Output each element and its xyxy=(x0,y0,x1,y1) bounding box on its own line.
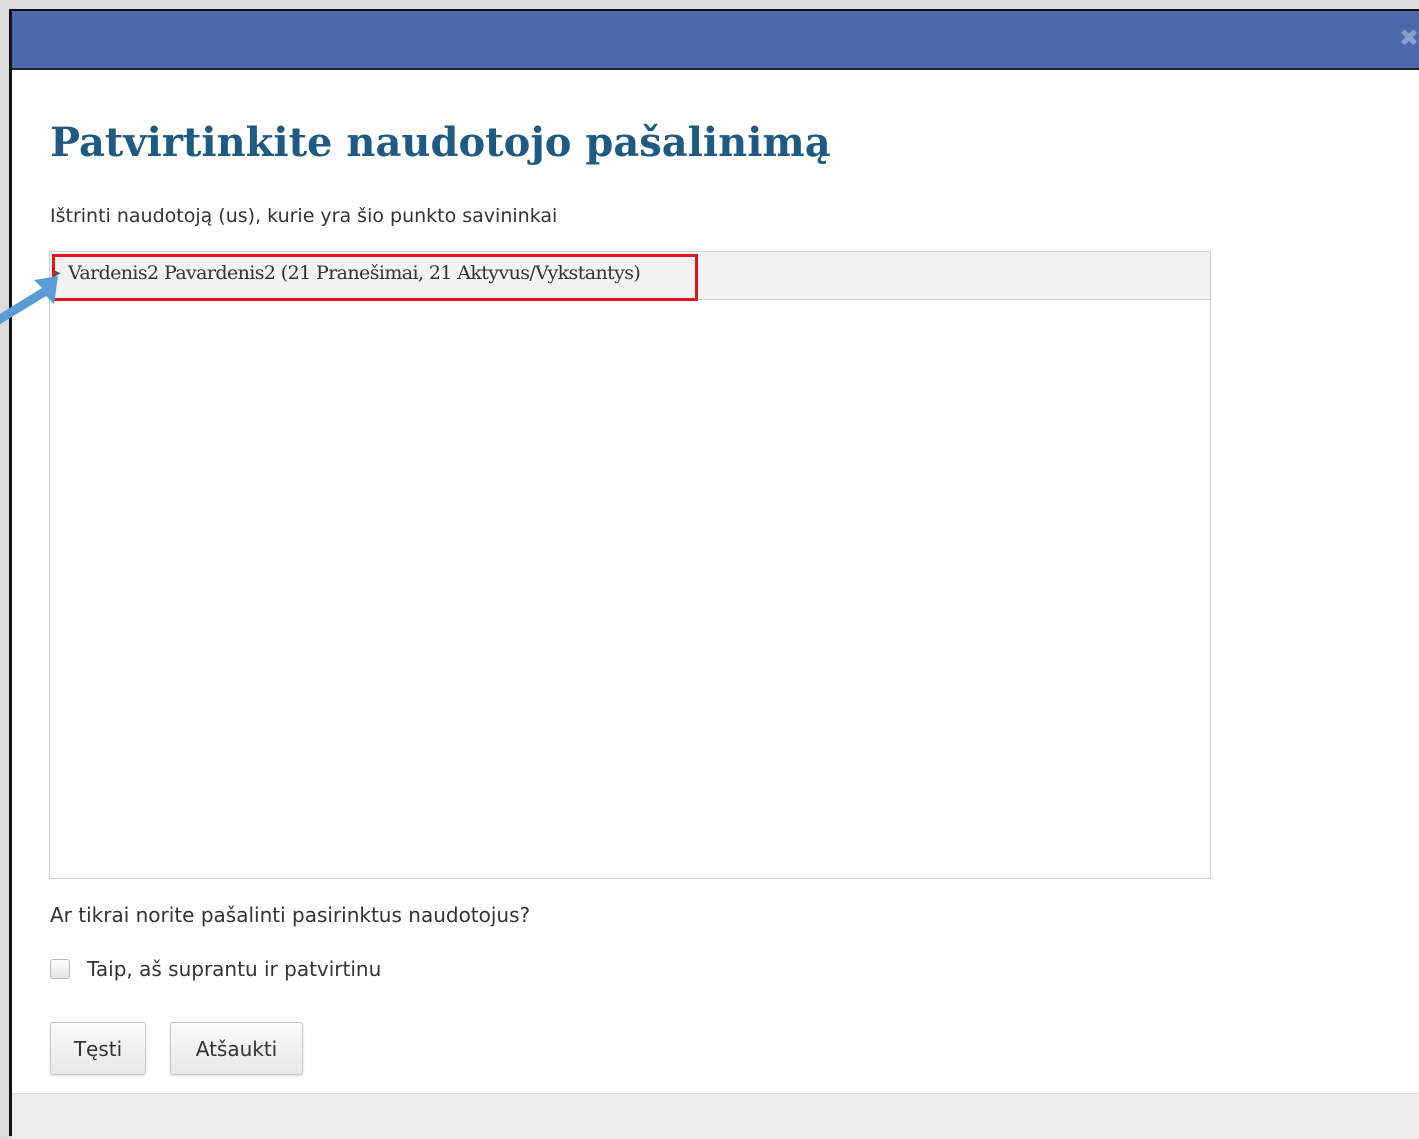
dialog-title: Patvirtinkite naudotojo pašalinimą xyxy=(50,119,831,166)
annotation-arrow-icon xyxy=(0,276,58,325)
confirm-question: Ar tikrai norite pašalinti pasirinktus n… xyxy=(50,903,531,927)
dialog-footer xyxy=(12,1093,1419,1139)
dialog-titlebar: ✖ xyxy=(12,11,1419,70)
user-list: ▶ Vardenis2 Pavardenis2 (21 Pranešimai, … xyxy=(49,251,1211,879)
close-icon[interactable]: ✖ xyxy=(1399,25,1419,51)
list-item[interactable]: ▶ Vardenis2 Pavardenis2 (21 Pranešimai, … xyxy=(50,252,1210,300)
cancel-button[interactable]: Atšaukti xyxy=(170,1022,303,1075)
confirm-checkbox-label[interactable]: Taip, aš suprantu ir patvirtinu xyxy=(87,957,381,981)
dialog-subtitle: Ištrinti naudotoją (us), kurie yra šio p… xyxy=(50,205,558,227)
continue-button[interactable]: Tęsti xyxy=(50,1022,146,1075)
user-item-label: Vardenis2 Pavardenis2 (21 Pranešimai, 21… xyxy=(68,262,641,284)
confirm-delete-dialog: ✖ Patvirtinkite naudotojo pašalinimą Išt… xyxy=(9,9,1419,1139)
confirm-checkbox[interactable] xyxy=(50,959,70,979)
